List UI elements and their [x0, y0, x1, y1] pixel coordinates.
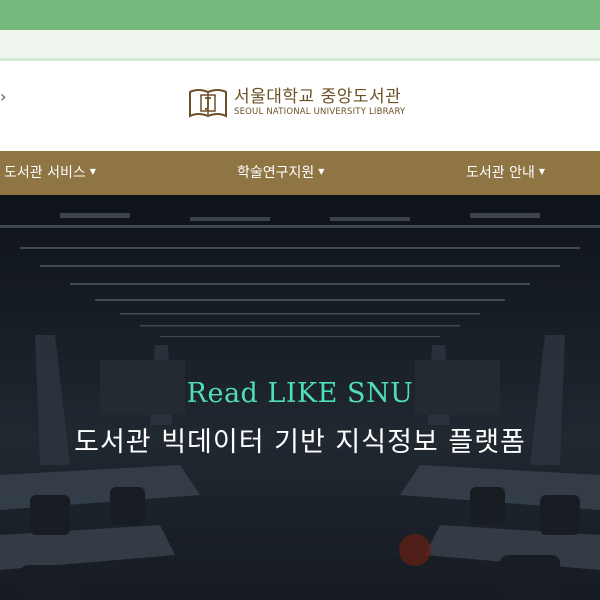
browser-sub-bar: [0, 30, 600, 61]
nav-item-library-guide[interactable]: 도서관 안내 ▼: [466, 151, 545, 195]
library-logo[interactable]: 서울대학교 중앙도서관 SEOUL NATIONAL UNIVERSITY LI…: [188, 84, 405, 120]
logo-title-korean: 서울대학교 중앙도서관: [234, 86, 402, 107]
main-nav: 도서관 서비스 ▼ 학술연구지원 ▼ 도서관 안내 ▼: [0, 151, 600, 195]
nav-item-library-services[interactable]: 도서관 서비스 ▼: [4, 151, 96, 195]
hero-banner[interactable]: Read LIKE SNU 도서관 빅데이터 기반 지식정보 플랫폼: [0, 195, 600, 600]
logo-title-english: SEOUL NATIONAL UNIVERSITY LIBRARY: [234, 106, 406, 117]
browser-top-bar: [0, 0, 600, 30]
book-emblem-icon: [189, 89, 227, 118]
hero-title: Read LIKE SNU: [186, 378, 414, 409]
partial-menu-icon[interactable]: ›: [0, 89, 6, 105]
hero-subtitle: 도서관 빅데이터 기반 지식정보 플랫폼: [74, 427, 526, 458]
caret-down-icon: ▼: [89, 167, 96, 176]
site-header: › 서울대학교 중앙도서관 SEOUL NATIONAL UNIVERSITY …: [0, 61, 600, 151]
nav-item-research-support[interactable]: 학술연구지원 ▼: [237, 151, 324, 195]
caret-down-icon: ▼: [318, 167, 325, 176]
nav-item-label: 도서관 안내: [466, 165, 535, 181]
nav-item-label: 학술연구지원: [237, 165, 315, 181]
nav-item-label: 도서관 서비스: [4, 165, 86, 181]
caret-down-icon: ▼: [538, 167, 546, 176]
